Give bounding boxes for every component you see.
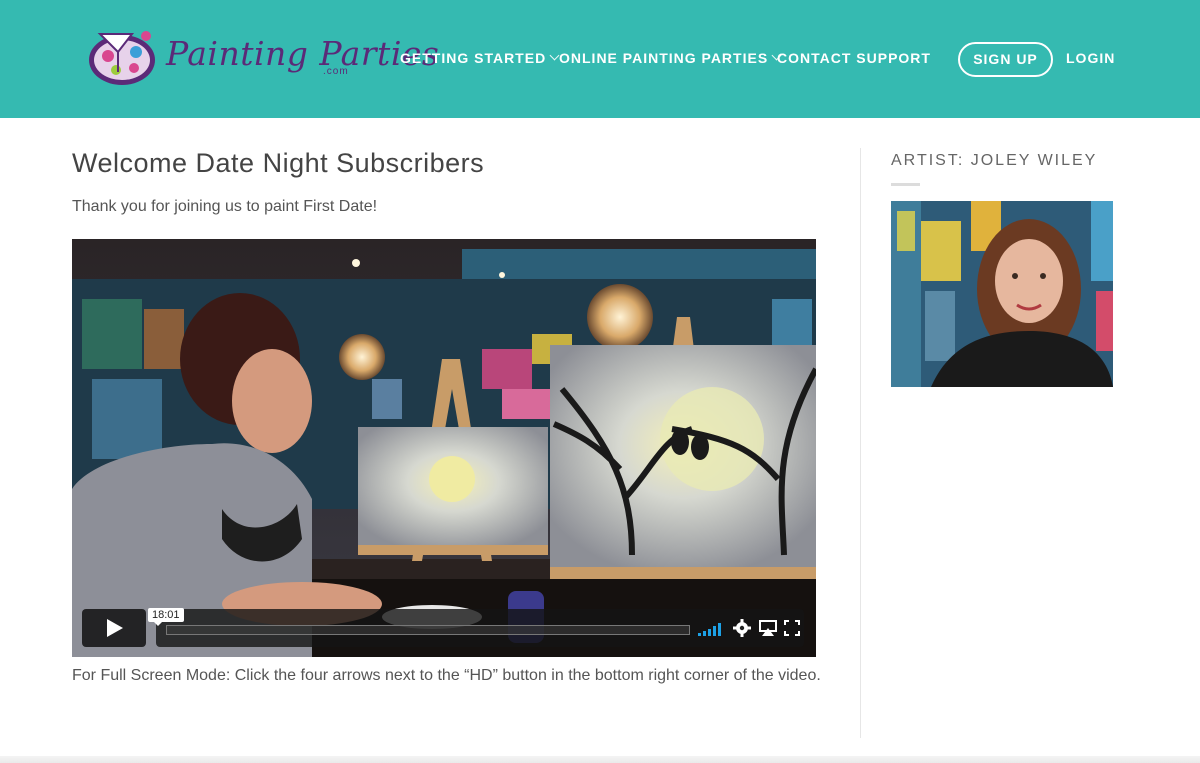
volume-bars-icon[interactable] [698, 618, 724, 638]
footer-divider [0, 756, 1200, 763]
nav-online-painting-parties[interactable]: ONLINE PAINTING PARTIES [559, 50, 782, 66]
artist-portrait-image [891, 201, 1113, 387]
video-player[interactable]: 18:01 [72, 239, 816, 657]
nav-label: GETTING STARTED [400, 50, 547, 66]
site-header: Painting Parties .com GETTING STARTED ON… [0, 0, 1200, 118]
site-logo[interactable]: Painting Parties .com [86, 26, 439, 90]
column-divider [860, 148, 861, 738]
play-icon [107, 619, 123, 637]
nav-label: ONLINE PAINTING PARTIES [559, 50, 769, 66]
heading-underline [891, 183, 920, 186]
artist-photo [891, 201, 1113, 387]
intro-text: Thank you for joining us to paint First … [72, 198, 378, 215]
nav-contact-support[interactable]: CONTACT SUPPORT [777, 50, 931, 66]
nav-getting-started[interactable]: GETTING STARTED [400, 50, 560, 66]
page-title: Welcome Date Night Subscribers [72, 148, 485, 178]
video-control-bar [156, 609, 804, 647]
nav-label: CONTACT SUPPORT [777, 50, 931, 66]
fullscreen-instructions: For Full Screen Mode: Click the four arr… [72, 667, 821, 684]
logo-suffix: .com [323, 66, 349, 77]
play-button[interactable] [82, 609, 146, 647]
logo-wordmark: Painting Parties [166, 34, 440, 73]
time-tooltip: 18:01 [148, 608, 184, 626]
airplay-icon[interactable] [758, 618, 778, 638]
sign-up-button[interactable]: SIGN UP [958, 42, 1053, 77]
gear-icon[interactable] [732, 618, 752, 638]
video-frame-image [72, 239, 816, 657]
logo-palette-icon [89, 31, 155, 85]
fullscreen-icon[interactable] [782, 618, 802, 638]
artist-heading: ARTIST: JOLEY WILEY [891, 152, 1098, 169]
login-link[interactable]: LOGIN [1066, 50, 1115, 66]
progress-bar[interactable] [166, 625, 690, 635]
